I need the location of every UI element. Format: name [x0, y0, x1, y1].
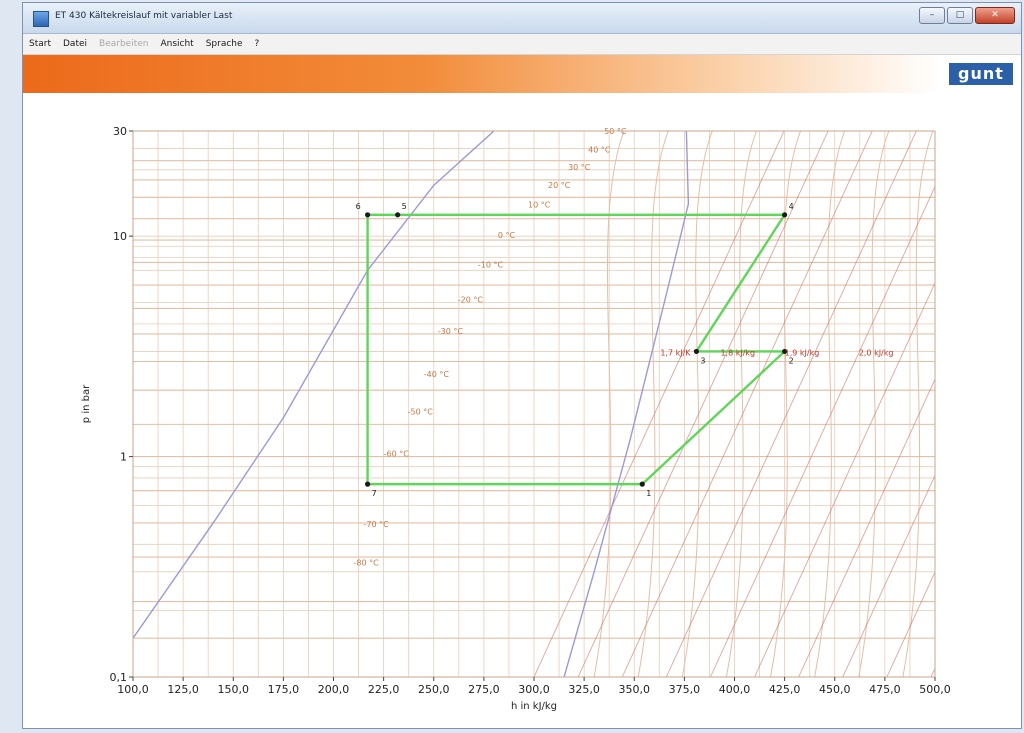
isotherm-label: -60 °C	[384, 450, 410, 459]
cycle-point-label: 3	[700, 356, 705, 365]
cycle-point-label: 2	[789, 356, 794, 365]
window-title: ET 430 Kältekreislauf mit variabler Last	[55, 11, 233, 21]
isotherm-label: 40 °C	[588, 145, 611, 154]
x-tick-label: 300,0	[518, 683, 550, 696]
x-tick-label: 375,0	[669, 683, 701, 696]
log-ph-diagram: 1 2 3 4 5 6 7 50 °C 40 °C 30 °C 20 °C 10 °C 0 °C -10 …	[23, 93, 1022, 728]
cycle-point-label: 1	[646, 489, 651, 498]
x-tick-label: 450,0	[819, 683, 851, 696]
x-tick-label: 500,0	[919, 683, 951, 696]
entropy-label: 2,0 kJ/kg	[859, 348, 894, 357]
maximize-button[interactable]: □	[947, 7, 973, 24]
isotherm-label: 30 °C	[568, 163, 591, 172]
isotherm-curve	[902, 131, 934, 677]
isotherm-label: -20 °C	[458, 296, 484, 305]
x-tick-label: 225,0	[368, 683, 400, 696]
cycle-point-label: 4	[789, 202, 794, 211]
isotherm-label: 10 °C	[528, 200, 551, 209]
menu-item-datei[interactable]: Datei	[63, 34, 87, 54]
cycle-point-label: 5	[402, 202, 407, 211]
isentrope-line	[1019, 131, 1022, 677]
isotherm-curve	[814, 131, 846, 677]
isotherm-curve	[947, 131, 977, 677]
isotherm-label: -50 °C	[408, 408, 434, 417]
x-tick-label: 250,0	[418, 683, 450, 696]
menu-item-start[interactable]: Start	[29, 34, 51, 54]
isotherm-label: -10 °C	[478, 261, 504, 270]
cycle-point-label: 7	[372, 489, 377, 498]
plot-layer	[133, 131, 1022, 677]
isotherm-label: -40 °C	[424, 370, 450, 379]
menu-bar: Start Datei Bearbeiten Ansicht Sprache ?	[23, 34, 1021, 55]
entropy-label: 1,7 kJ/K	[660, 348, 691, 357]
isotherm-label: -30 °C	[438, 327, 464, 336]
entropy-label: 1,9 kJ/kg	[785, 348, 820, 357]
x-tick-label: 400,0	[719, 683, 751, 696]
cycle-point-1	[639, 481, 645, 487]
menu-item-ansicht[interactable]: Ansicht	[160, 34, 193, 54]
app-window: ET 430 Kältekreislauf mit variabler Last…	[22, 2, 1022, 729]
entropy-label: 1,8 kJ/kg	[720, 348, 755, 357]
cycle-point-4	[782, 212, 788, 218]
x-tick-label: 325,0	[568, 683, 600, 696]
isotherm-curve	[858, 131, 890, 677]
saturated-vapour-line	[563, 131, 690, 677]
cycle-point-3	[693, 348, 700, 355]
isentrope-line	[975, 131, 1022, 677]
saturated-liquid-line	[133, 131, 495, 639]
y-tick-label: 0,1	[110, 671, 128, 684]
brand-banner: gunt	[23, 55, 1021, 93]
isentrope-line	[665, 131, 917, 677]
x-tick-label: 150,0	[218, 683, 250, 696]
x-tick-label: 200,0	[318, 683, 350, 696]
isotherm-label: 0 °C	[498, 231, 516, 240]
x-tick-label: 425,0	[769, 683, 801, 696]
menu-item-help[interactable]: ?	[255, 34, 260, 54]
cycle-point-label: 6	[356, 202, 361, 211]
chart-svg: 1 2 3 4 5 6 7 50 °C 40 °C 30 °C 20 °C 10 °C 0 °C -10 …	[81, 125, 1022, 712]
close-button[interactable]: ✕	[975, 7, 1015, 24]
y-tick-label: 1	[120, 451, 127, 464]
isentrope-line	[754, 281, 935, 677]
x-tick-label: 125,0	[167, 683, 199, 696]
cycle-point-5	[395, 212, 401, 218]
isentrope-line	[710, 185, 935, 677]
x-tick-label: 475,0	[869, 683, 901, 696]
isentrope-line	[886, 570, 935, 677]
cycle-point-7	[364, 481, 371, 487]
y-tick-label: 10	[113, 230, 127, 243]
isentrope-line	[577, 131, 829, 677]
isotherm-label: 20 °C	[548, 181, 571, 190]
menu-item-sprache[interactable]: Sprache	[206, 34, 243, 54]
window-controls: – □ ✕	[919, 7, 1015, 27]
x-axis-label: h in kJ/kg	[511, 701, 557, 712]
isotherm-label: 50 °C	[604, 127, 627, 136]
title-bar[interactable]: ET 430 Kältekreislauf mit variabler Last…	[23, 3, 1021, 34]
cycle-point-6	[364, 212, 371, 218]
y-axis-label: p in bar	[81, 384, 92, 423]
isentrope-line	[930, 667, 935, 677]
minimize-button[interactable]: –	[919, 7, 945, 24]
isotherm-curve	[725, 131, 757, 677]
isotherm-curve	[637, 131, 669, 677]
isotherm-label: -70 °C	[364, 520, 390, 529]
x-tick-label: 175,0	[268, 683, 300, 696]
app-icon	[33, 11, 49, 27]
x-tick-label: 350,0	[619, 683, 651, 696]
y-tick-label: 30	[113, 125, 127, 138]
gunt-logo: gunt	[949, 63, 1013, 85]
menu-item-bearbeiten[interactable]: Bearbeiten	[99, 34, 148, 54]
x-tick-label: 275,0	[468, 683, 500, 696]
isotherm-label: -80 °C	[354, 559, 380, 568]
x-tick-label: 100,0	[117, 683, 149, 696]
